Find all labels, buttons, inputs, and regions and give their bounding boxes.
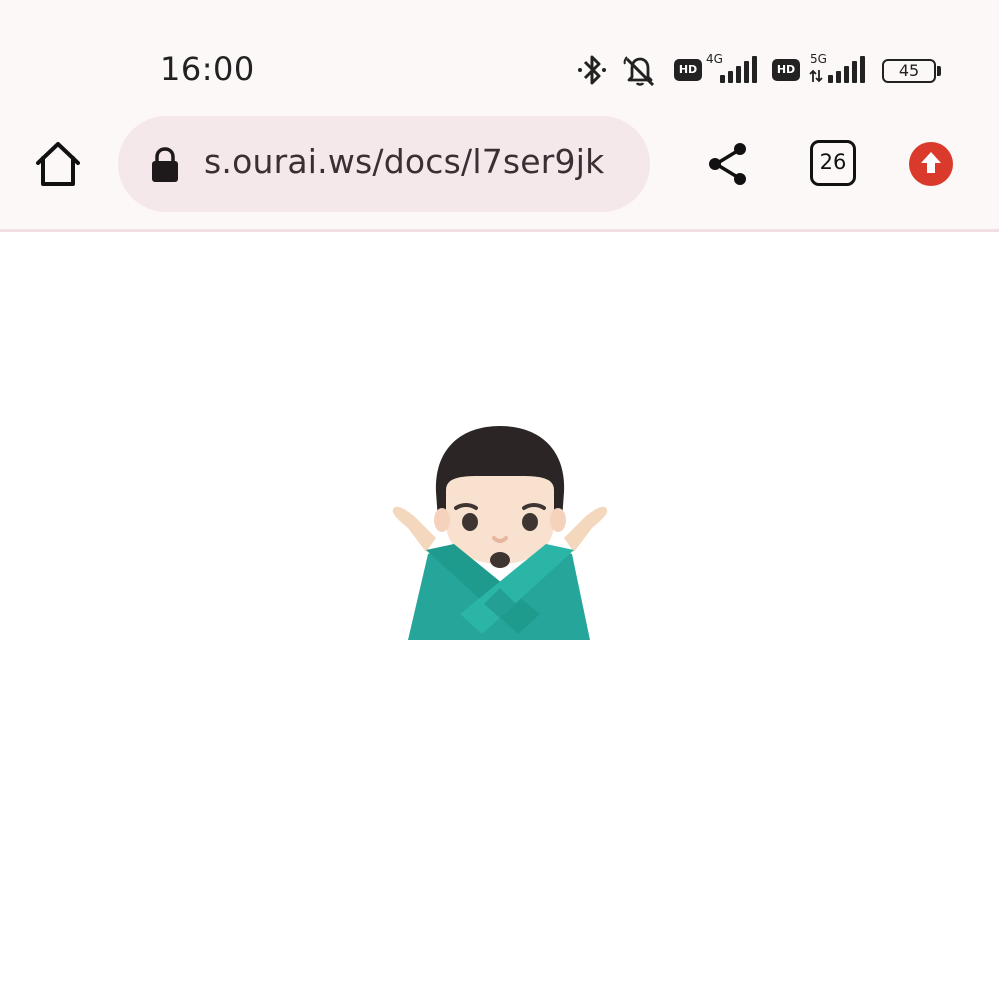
hd-icon: HD bbox=[674, 59, 702, 81]
man-gesturing-no-icon bbox=[392, 426, 608, 640]
hd-icon-2: HD bbox=[772, 59, 800, 81]
share-icon[interactable] bbox=[704, 140, 752, 188]
home-icon[interactable] bbox=[30, 136, 86, 192]
battery-tip bbox=[937, 66, 941, 76]
battery-icon: 45 bbox=[882, 59, 936, 83]
lock-icon bbox=[152, 147, 178, 182]
signal-5g-icon bbox=[809, 56, 865, 83]
tab-switcher-button[interactable]: 26 bbox=[810, 140, 856, 186]
address-bar[interactable]: s.ourai.ws/docs/l7ser9jk bbox=[118, 116, 650, 212]
status-time: 16:00 bbox=[160, 50, 255, 88]
bluetooth-icon bbox=[578, 55, 606, 85]
silent-icon bbox=[623, 56, 655, 87]
browser-top-bar: 16:00 HD 4G HD 5G 45 s.ourai.ws/docs/l7s… bbox=[0, 0, 999, 232]
signal-4g-icon bbox=[720, 56, 757, 83]
update-icon[interactable] bbox=[908, 141, 954, 187]
url-text[interactable]: s.ourai.ws/docs/l7ser9jk bbox=[204, 142, 604, 181]
